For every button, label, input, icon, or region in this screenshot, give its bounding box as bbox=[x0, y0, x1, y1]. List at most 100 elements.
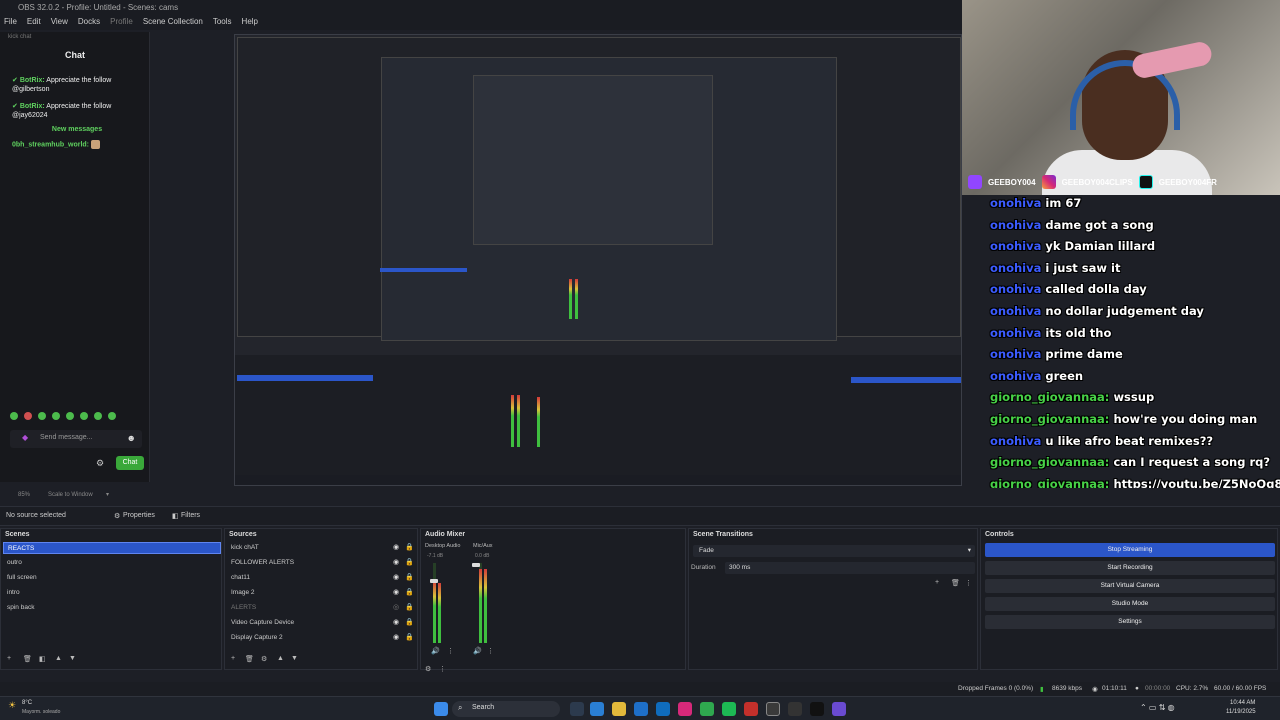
tiktok-app-icon[interactable] bbox=[810, 702, 824, 716]
emote-icon[interactable] bbox=[24, 412, 32, 420]
scale-dropdown[interactable]: Scale to Window bbox=[48, 492, 93, 498]
discord-icon[interactable] bbox=[832, 702, 846, 716]
lock-icon[interactable]: 🔒 bbox=[405, 617, 414, 629]
remove-scene-icon[interactable]: 🗑 bbox=[23, 655, 32, 663]
menu-file[interactable]: File bbox=[4, 17, 17, 26]
program-preview[interactable] bbox=[234, 34, 962, 486]
lock-icon[interactable]: 🔒 bbox=[405, 557, 414, 569]
settings-button[interactable]: Settings bbox=[985, 615, 1275, 629]
new-messages-divider[interactable]: New messages bbox=[12, 126, 142, 133]
source-item[interactable]: Video Capture Device ◉ 🔒 bbox=[231, 617, 414, 629]
smile-icon[interactable]: ☻ bbox=[127, 433, 136, 443]
source-item[interactable]: chat11 ◉ 🔒 bbox=[231, 572, 414, 584]
menu-edit[interactable]: Edit bbox=[27, 17, 41, 26]
more-icon[interactable]: ⋮ bbox=[487, 647, 494, 655]
gear-icon[interactable]: ⚙ bbox=[96, 458, 104, 469]
start-virtual-camera-button[interactable]: Start Virtual Camera bbox=[985, 579, 1275, 593]
source-item[interactable]: Display Capture 2 ◉ 🔒 bbox=[231, 632, 414, 644]
duration-input[interactable]: 300 ms bbox=[725, 562, 975, 574]
emote-icon[interactable] bbox=[38, 412, 46, 420]
send-message-input[interactable]: Send message... ☻ ◆ bbox=[10, 430, 142, 448]
filters-button[interactable]: Filters bbox=[181, 512, 200, 519]
emote-icon[interactable] bbox=[52, 412, 60, 420]
chat-username[interactable]: BotRix: bbox=[20, 103, 45, 110]
speaker-icon[interactable]: 🔊 bbox=[431, 647, 440, 655]
eye-icon[interactable]: ◉ bbox=[393, 587, 399, 599]
eye-icon[interactable]: ◉ bbox=[393, 572, 399, 584]
more-icon[interactable]: ⋮ bbox=[447, 647, 454, 655]
start-icon[interactable] bbox=[434, 702, 448, 716]
menu-docks[interactable]: Docks bbox=[78, 17, 100, 26]
tray-icons[interactable]: ⌃ ▭ ⇅ ◍ bbox=[1140, 703, 1175, 712]
move-up-icon[interactable]: ▲ bbox=[55, 655, 62, 662]
filter-icon[interactable]: ◧ bbox=[172, 512, 179, 520]
app-icon-2[interactable] bbox=[788, 702, 802, 716]
move-up-icon[interactable]: ▲ bbox=[277, 655, 284, 662]
add-source-icon[interactable]: + bbox=[231, 655, 235, 662]
emote-icon[interactable] bbox=[80, 412, 88, 420]
stop-streaming-button[interactable]: Stop Streaming bbox=[985, 543, 1275, 557]
chat-send-button[interactable]: Chat bbox=[116, 456, 144, 470]
lock-icon[interactable]: 🔒 bbox=[405, 542, 414, 554]
remove-source-icon[interactable]: 🗑 bbox=[245, 655, 254, 663]
emote-icon[interactable] bbox=[66, 412, 74, 420]
lock-icon[interactable]: 🔒 bbox=[405, 572, 414, 584]
edge-icon[interactable] bbox=[590, 702, 604, 716]
transition-select[interactable]: Fade ▾ bbox=[693, 545, 975, 557]
instagram-app-icon[interactable] bbox=[678, 702, 692, 716]
obs-icon[interactable] bbox=[766, 702, 780, 716]
eye-icon[interactable]: ◉ bbox=[393, 542, 399, 554]
move-down-icon[interactable]: ▼ bbox=[291, 655, 298, 662]
eye-icon[interactable]: ◉ bbox=[393, 557, 399, 569]
mic-volume-slider[interactable] bbox=[472, 563, 480, 567]
eye-icon[interactable]: ◉ bbox=[393, 617, 399, 629]
gear-icon[interactable]: ⚙ bbox=[114, 512, 120, 520]
outlook-icon[interactable] bbox=[656, 702, 670, 716]
emote-icon[interactable] bbox=[108, 412, 116, 420]
source-item[interactable]: kick chAT ◉ 🔒 bbox=[231, 542, 414, 554]
chevron-down-icon[interactable]: ▾ bbox=[106, 491, 109, 498]
taskbar-search[interactable]: Search ⌕ bbox=[452, 701, 560, 717]
start-recording-button[interactable]: Start Recording bbox=[985, 561, 1275, 575]
lock-icon[interactable]: 🔒 bbox=[405, 632, 414, 644]
move-down-icon[interactable]: ▼ bbox=[69, 655, 76, 662]
app-icon[interactable] bbox=[744, 702, 758, 716]
remove-transition-icon[interactable]: 🗑 bbox=[951, 579, 960, 587]
speaker-icon[interactable]: 🔊 bbox=[473, 647, 482, 655]
mixer-settings-icon[interactable]: ⚙ bbox=[425, 665, 431, 673]
scene-item-spin-back[interactable]: spin back bbox=[3, 602, 34, 614]
menu-profile[interactable]: Profile bbox=[110, 17, 133, 26]
transition-menu-icon[interactable]: ⋮ bbox=[965, 579, 972, 587]
properties-button[interactable]: Properties bbox=[123, 512, 155, 519]
emote-icon[interactable] bbox=[94, 412, 102, 420]
source-item[interactable]: FOLLOWER ALERTS ◉ 🔒 bbox=[231, 557, 414, 569]
source-item[interactable]: ALERTS ◎ 🔒 bbox=[231, 602, 414, 614]
spotify-icon[interactable] bbox=[722, 702, 736, 716]
task-view-icon[interactable] bbox=[570, 702, 584, 716]
chat-username[interactable]: BotRix: bbox=[20, 77, 45, 84]
zoom-level[interactable]: 85% bbox=[18, 492, 30, 498]
lock-icon[interactable]: 🔒 bbox=[405, 602, 414, 614]
lock-icon[interactable]: 🔒 bbox=[405, 587, 414, 599]
source-item[interactable]: Image 2 ◉ 🔒 bbox=[231, 587, 414, 599]
menu-help[interactable]: Help bbox=[242, 17, 258, 26]
menu-scene-collection[interactable]: Scene Collection bbox=[143, 17, 203, 26]
mixer-menu-icon[interactable]: ⋮ bbox=[439, 665, 446, 673]
menu-view[interactable]: View bbox=[51, 17, 68, 26]
add-scene-icon[interactable]: + bbox=[7, 655, 11, 662]
store-icon[interactable] bbox=[634, 702, 648, 716]
scene-item-full-screen[interactable]: full screen bbox=[3, 572, 37, 584]
emote-icon[interactable] bbox=[10, 412, 18, 420]
add-transition-icon[interactable]: + bbox=[935, 579, 939, 586]
eye-icon[interactable]: ◉ bbox=[393, 632, 399, 644]
scene-item-reacts[interactable]: REACTS bbox=[3, 542, 221, 554]
desktop-volume-slider[interactable] bbox=[430, 579, 438, 583]
weather-icon[interactable]: ☀ bbox=[8, 700, 16, 711]
scene-filter-icon[interactable]: ◧ bbox=[39, 655, 46, 663]
scene-item-intro[interactable]: intro bbox=[3, 587, 20, 599]
chrome-icon[interactable] bbox=[700, 702, 714, 716]
eye-off-icon[interactable]: ◎ bbox=[393, 602, 399, 614]
gear-icon[interactable]: ⚙ bbox=[261, 655, 267, 663]
scene-item-outro[interactable]: outro bbox=[3, 557, 22, 569]
studio-mode-button[interactable]: Studio Mode bbox=[985, 597, 1275, 611]
